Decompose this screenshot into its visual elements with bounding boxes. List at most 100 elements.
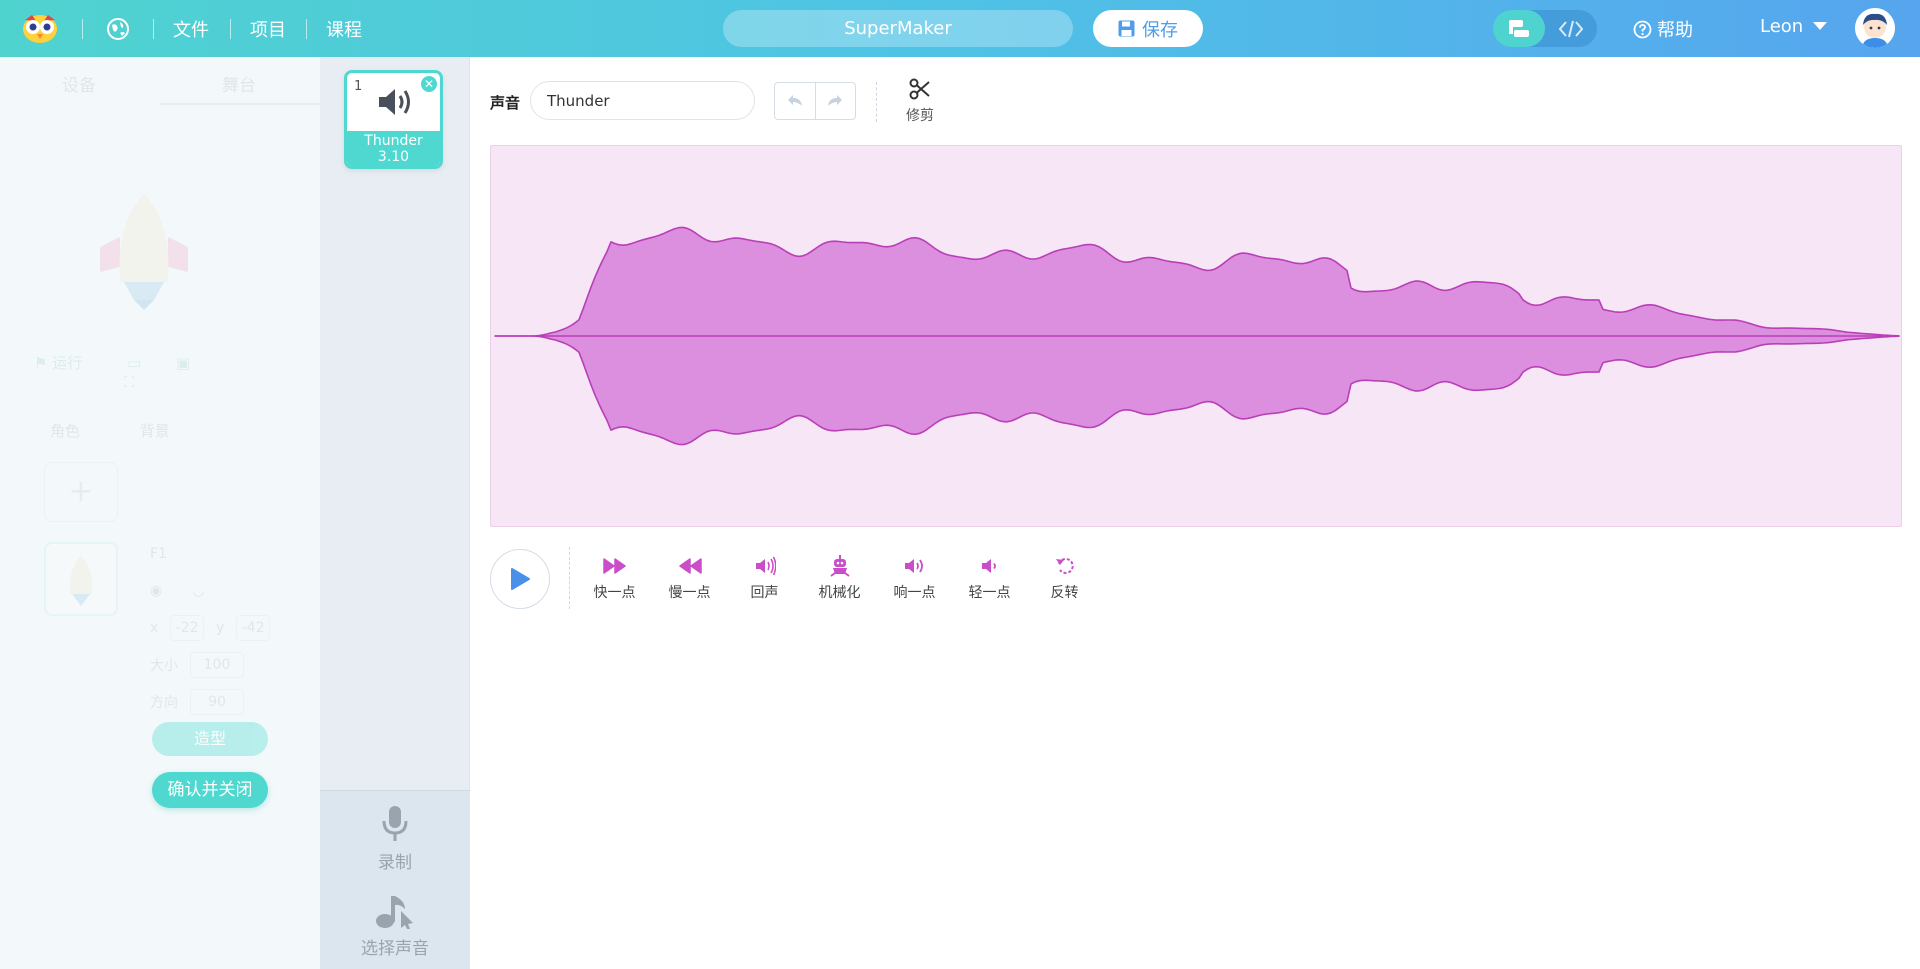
- waveform-panel[interactable]: [490, 145, 1902, 527]
- top-bar: 文件 项目 课程 SuperMaker 保存 帮助 Leon: [0, 0, 1920, 57]
- divider: [569, 547, 570, 609]
- effect-robot-label: 机械化: [818, 585, 861, 601]
- help-label: 帮助: [1657, 20, 1693, 41]
- effect-softer[interactable]: 轻一点: [952, 554, 1027, 602]
- effect-echo-label: 回声: [750, 585, 779, 601]
- tab-sprite[interactable]: 角色: [50, 422, 80, 440]
- trim-button[interactable]: 修剪: [897, 77, 943, 125]
- scissors-icon: [909, 78, 930, 100]
- undo-button[interactable]: [775, 83, 815, 119]
- tab-device[interactable]: 设备: [62, 71, 96, 96]
- louder-icon: [904, 559, 923, 573]
- flag-icon[interactable]: ⚑: [34, 354, 47, 372]
- size-field[interactable]: 100: [190, 651, 244, 678]
- sound-list: 1 ✕ Thunder 3.10 录制 选择声音: [320, 57, 470, 969]
- fullscreen-icon[interactable]: ⛶: [124, 373, 135, 391]
- reverse-icon: [1055, 557, 1074, 574]
- sprite-thumbnail[interactable]: [44, 542, 118, 616]
- effect-faster[interactable]: 快一点: [577, 554, 652, 602]
- menu-project[interactable]: 项目: [250, 16, 286, 42]
- stage-panel: 设备 舞台 ⚑ 运行 ▭ ▣ ⛶ 角色 背景 + F1 ◉ ◡ x -22 y …: [0, 57, 320, 969]
- effect-louder-label: 响一点: [893, 585, 936, 601]
- robot-icon: [829, 555, 850, 577]
- rewind-icon: [678, 558, 702, 574]
- user-name: Leon: [1760, 16, 1804, 37]
- echo-icon: [755, 556, 776, 576]
- sprite-name[interactable]: F1: [150, 546, 167, 562]
- owl-logo-icon[interactable]: [22, 12, 58, 44]
- effect-reverse-label: 反转: [1050, 585, 1079, 601]
- record-label: 录制: [378, 853, 412, 873]
- stage-tabs: 设备 舞台: [0, 57, 320, 105]
- block-mode-button[interactable]: [1493, 10, 1545, 47]
- help-button[interactable]: 帮助: [1633, 16, 1693, 42]
- sound-item[interactable]: 1 ✕ Thunder 3.10: [344, 70, 443, 169]
- effect-reverse[interactable]: 反转: [1027, 554, 1102, 602]
- blocks-icon: [1509, 19, 1529, 37]
- mode-toggle[interactable]: [1493, 10, 1597, 47]
- sound-item-label: Thunder 3.10: [347, 131, 440, 166]
- waveform: [494, 226, 1900, 446]
- play-button[interactable]: [490, 549, 550, 609]
- menu-course[interactable]: 课程: [326, 16, 362, 42]
- menu-file[interactable]: 文件: [173, 16, 209, 42]
- eye-icon[interactable]: ◉: [150, 583, 162, 599]
- project-name-field[interactable]: SuperMaker: [723, 10, 1073, 47]
- sound-actions: 录制 选择声音: [320, 790, 470, 969]
- caret-down-icon: [1813, 22, 1828, 30]
- effect-robot[interactable]: 机械化: [802, 554, 877, 602]
- direction-field[interactable]: 90: [190, 688, 244, 715]
- costume-button[interactable]: 造型: [152, 722, 268, 756]
- plus-icon: +: [68, 474, 94, 509]
- undo-icon: [787, 95, 802, 106]
- effect-slower-label: 慢一点: [668, 585, 711, 601]
- large-stage-icon[interactable]: ▣: [176, 354, 190, 372]
- sound-name-label: 声音: [490, 94, 521, 112]
- x-field[interactable]: -22: [170, 614, 204, 641]
- effects-toolbar: 快一点 慢一点 回声 机械化 响一点 轻一点 反转: [577, 554, 1102, 602]
- tab-stage[interactable]: 舞台: [222, 71, 256, 96]
- confirm-close-button[interactable]: 确认并关闭: [152, 772, 268, 808]
- divider: [876, 82, 877, 122]
- rocket-sprite-icon: [100, 194, 188, 310]
- microphone-icon: [382, 806, 408, 841]
- x-label: x: [150, 619, 159, 636]
- save-button[interactable]: 保存: [1093, 10, 1203, 47]
- choose-sound-label: 选择声音: [361, 939, 429, 959]
- sound-name-input[interactable]: [530, 81, 755, 120]
- redo-button[interactable]: [814, 83, 855, 119]
- divider: [230, 19, 231, 39]
- sound-item-name: Thunder: [364, 133, 423, 149]
- floppy-disk-icon: [1118, 20, 1135, 37]
- undo-redo-group: [774, 82, 856, 120]
- hide-icon[interactable]: ◡: [192, 583, 204, 599]
- user-menu[interactable]: Leon: [1760, 16, 1828, 37]
- redo-icon: [828, 95, 843, 106]
- rocket-thumbnail-icon: [69, 556, 93, 606]
- record-button[interactable]: 录制: [320, 805, 470, 873]
- add-sprite-button[interactable]: +: [44, 462, 118, 522]
- globe-icon[interactable]: [106, 17, 130, 41]
- effect-echo[interactable]: 回声: [727, 554, 802, 602]
- divider: [153, 19, 154, 39]
- code-mode-button[interactable]: [1545, 10, 1597, 47]
- tab-underline: [160, 103, 320, 105]
- effect-louder[interactable]: 响一点: [877, 554, 952, 602]
- sprite-subtabs: 角色 背景: [50, 420, 170, 441]
- divider: [306, 19, 307, 39]
- small-stage-icon[interactable]: ▭: [127, 354, 141, 372]
- delete-icon[interactable]: ✕: [421, 76, 437, 92]
- direction-label: 方向: [150, 694, 178, 711]
- y-field[interactable]: -42: [236, 614, 270, 641]
- tab-backdrop[interactable]: 背景: [140, 422, 170, 440]
- question-circle-icon: [1633, 20, 1652, 38]
- run-label[interactable]: 运行: [52, 354, 82, 372]
- effect-faster-label: 快一点: [593, 585, 636, 601]
- sound-index: 1: [354, 79, 363, 94]
- choose-sound-button[interactable]: 选择声音: [320, 893, 470, 959]
- avatar[interactable]: [1855, 8, 1895, 48]
- size-label: 大小: [150, 657, 178, 674]
- trim-label: 修剪: [906, 108, 934, 124]
- user-avatar-icon: [1855, 8, 1895, 48]
- effect-slower[interactable]: 慢一点: [652, 554, 727, 602]
